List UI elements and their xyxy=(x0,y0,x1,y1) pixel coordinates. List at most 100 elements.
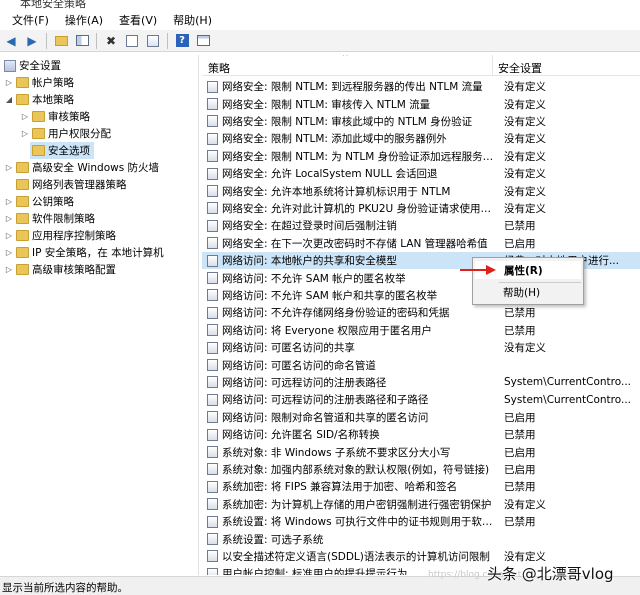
policy-name: 网络访问: 可匿名访问的共享 xyxy=(222,342,355,355)
menu-file[interactable]: 文件(F) xyxy=(4,12,57,28)
policy-setting: 没有定义 xyxy=(504,342,546,355)
toolbar-separator xyxy=(96,32,97,49)
chevron-right-icon[interactable]: ▷ xyxy=(4,248,14,257)
tree-item-ip-security[interactable]: ▷ IP 安全策略，在 本地计算机 xyxy=(4,244,164,261)
delete-icon[interactable]: ✖ xyxy=(102,32,120,50)
policy-row[interactable]: 网络访问: 可匿名访问的命名管道 xyxy=(202,356,640,373)
folder-icon xyxy=(16,162,29,173)
tree-item-software-restriction[interactable]: ▷ 软件限制策略 xyxy=(4,210,95,227)
policy-name: 网络访问: 将 Everyone 权限应用于匿名用户 xyxy=(222,324,432,337)
policy-name: 网络访问: 允许匿名 SID/名称转换 xyxy=(222,429,380,442)
policy-name: 系统加密: 将 FIPS 兼容算法用于加密、哈希和签名 xyxy=(222,481,458,494)
folder-icon xyxy=(16,230,29,241)
policy-row[interactable]: 网络安全: 允许对此计算机的 PKU2U 身份验证请求使用联... 没有定义 xyxy=(202,200,640,217)
security-settings-icon xyxy=(4,59,16,72)
chevron-right-icon[interactable]: ▷ xyxy=(4,197,14,206)
column-divider[interactable] xyxy=(492,55,493,76)
policy-name: 网络安全: 允许本地系统将计算机标识用于 NTLM xyxy=(222,185,451,198)
tree-item-network-list[interactable]: 网络列表管理器策略 xyxy=(14,176,127,193)
policy-name: 系统对象: 加强内部系统对象的默认权限(例如，符号链接) xyxy=(222,463,490,476)
policy-row[interactable]: 系统设置: 将 Windows 可执行文件中的证书规则用于软件... 已禁用 xyxy=(202,513,640,530)
policy-name: 系统对象: 非 Windows 子系统不要求区分大小写 xyxy=(222,446,451,459)
help-icon[interactable]: ? xyxy=(173,32,191,50)
tree-item-app-control[interactable]: ▷ 应用程序控制策略 xyxy=(4,227,116,244)
policy-icon xyxy=(207,533,218,546)
policy-icon xyxy=(207,254,218,267)
policy-row[interactable]: 系统对象: 加强内部系统对象的默认权限(例如，符号链接) 已启用 xyxy=(202,461,640,478)
policy-row[interactable]: 网络安全: 允许本地系统将计算机标识用于 NTLM 没有定义 xyxy=(202,182,640,199)
column-header-policy[interactable]: 策略 xyxy=(208,60,230,76)
policy-setting: 没有定义 xyxy=(504,98,546,111)
chevron-right-icon[interactable]: ▷ xyxy=(4,214,14,223)
forward-icon[interactable]: ▶ xyxy=(23,32,41,50)
tree-item-public-key[interactable]: ▷ 公钥策略 xyxy=(4,193,74,210)
tree-item-audit-policy[interactable]: ▷ 审核策略 xyxy=(20,108,90,125)
console-icon[interactable] xyxy=(194,32,212,50)
chevron-down-icon[interactable]: ◢ xyxy=(4,95,14,104)
policy-row[interactable]: 网络访问: 可远程访问的注册表路径和子路径 System\CurrentContr… xyxy=(202,391,640,408)
policy-setting: 没有定义 xyxy=(504,133,546,146)
policy-name: 系统设置: 可选子系统 xyxy=(222,533,324,546)
context-menu-help[interactable]: 帮助(H) xyxy=(503,286,540,300)
policy-row[interactable]: 系统加密: 为计算机上存储的用户密钥强制进行强密钥保护 没有定义 xyxy=(202,496,640,513)
chevron-right-icon[interactable]: ▷ xyxy=(4,163,14,172)
tree-item-firewall[interactable]: ▷ 高级安全 Windows 防火墙 xyxy=(4,159,159,176)
tree-item-local-policy[interactable]: ◢ 本地策略 xyxy=(4,91,74,108)
tree-item-advanced-audit[interactable]: ▷ 高级审核策略配置 xyxy=(4,261,116,278)
policy-icon xyxy=(207,480,218,493)
policy-icon xyxy=(207,132,218,145)
policy-icon xyxy=(207,167,218,180)
tree-item-account-policy[interactable]: ▷ 帐户策略 xyxy=(4,74,74,91)
sort-up-icon: ^ xyxy=(342,55,349,61)
policy-row[interactable]: 网络访问: 将 Everyone 权限应用于匿名用户 已禁用 xyxy=(202,322,640,339)
chevron-right-icon[interactable]: ▷ xyxy=(20,112,30,121)
policy-name: 网络安全: 限制 NTLM: 为 NTLM 身份验证添加远程服务器... xyxy=(222,150,499,163)
policy-row[interactable]: 网络安全: 允许 LocalSystem NULL 会话回退 没有定义 xyxy=(202,165,640,182)
chevron-right-icon[interactable]: ▷ xyxy=(4,78,14,87)
policy-row[interactable]: 系统加密: 将 FIPS 兼容算法用于加密、哈希和签名 已禁用 xyxy=(202,478,640,495)
up-folder-icon[interactable] xyxy=(52,32,70,50)
menu-help[interactable]: 帮助(H) xyxy=(165,12,220,28)
folder-icon xyxy=(16,196,29,207)
policy-name: 网络访问: 可远程访问的注册表路径 xyxy=(222,376,387,389)
policy-row[interactable]: 网络安全: 在下一次更改密码时不存储 LAN 管理器哈希值 已启用 xyxy=(202,235,640,252)
policy-row[interactable]: 网络安全: 在超过登录时间后强制注销 已禁用 xyxy=(202,217,640,234)
menu-action[interactable]: 操作(A) xyxy=(57,12,111,28)
properties-icon[interactable] xyxy=(123,32,141,50)
policy-row[interactable]: 网络访问: 可远程访问的注册表路径 System\CurrentContro... xyxy=(202,374,640,391)
policy-icon xyxy=(207,289,218,302)
tree-root[interactable]: 安全设置 xyxy=(2,57,61,74)
export-icon[interactable] xyxy=(144,32,162,50)
watermark: 头条 @北漂哥vlog xyxy=(487,565,614,583)
tree-item-security-options[interactable]: 安全选项 xyxy=(30,142,94,159)
policy-row[interactable]: 网络安全: 限制 NTLM: 为 NTLM 身份验证添加远程服务器... 没有定义 xyxy=(202,148,640,165)
policy-row[interactable]: 网络访问: 限制对命名管道和共享的匿名访问 已启用 xyxy=(202,409,640,426)
policy-setting: 已禁用 xyxy=(504,516,536,529)
toolbar-separator xyxy=(167,32,168,49)
policy-row[interactable]: 网络访问: 可匿名访问的共享 没有定义 xyxy=(202,339,640,356)
tree-item-user-rights[interactable]: ▷ 用户权限分配 xyxy=(20,125,111,142)
policy-row[interactable]: 系统对象: 非 Windows 子系统不要求区分大小写 已启用 xyxy=(202,443,640,460)
policy-setting: 没有定义 xyxy=(504,498,546,511)
policy-row[interactable]: 网络安全: 限制 NTLM: 添加此域中的服务器例外 没有定义 xyxy=(202,130,640,147)
policy-row[interactable]: 系统设置: 可选子系统 xyxy=(202,530,640,547)
list-header: ^ 策略 安全设置 xyxy=(202,55,640,76)
chevron-right-icon[interactable]: ▷ xyxy=(20,129,30,138)
chevron-right-icon[interactable]: ▷ xyxy=(4,265,14,274)
show-tree-icon[interactable] xyxy=(73,32,91,50)
policy-icon xyxy=(207,359,218,372)
chevron-right-icon[interactable]: ▷ xyxy=(4,231,14,240)
window-title: 本地安全策略 xyxy=(20,0,86,10)
policy-row[interactable]: 网络访问: 允许匿名 SID/名称转换 已禁用 xyxy=(202,426,640,443)
policy-row[interactable]: 网络安全: 限制 NTLM: 审核传入 NTLM 流量 没有定义 xyxy=(202,95,640,112)
tree-item-label: 高级安全 Windows 防火墙 xyxy=(32,162,160,174)
policy-row[interactable]: 网络安全: 限制 NTLM: 审核此域中的 NTLM 身份验证 没有定义 xyxy=(202,113,640,130)
policy-setting: 已禁用 xyxy=(504,324,536,337)
policy-row[interactable]: 网络访问: 不允许存储网络身份验证的密码和凭据 已禁用 xyxy=(202,304,640,321)
column-header-setting[interactable]: 安全设置 xyxy=(498,60,542,76)
menu-view[interactable]: 查看(V) xyxy=(111,12,165,28)
policy-row[interactable]: 网络安全: 限制 NTLM: 到远程服务器的传出 NTLM 流量 没有定义 xyxy=(202,78,640,95)
tree-item-label: 审核策略 xyxy=(48,111,90,123)
policy-name: 网络访问: 不允许 SAM 帐户和共享的匿名枚举 xyxy=(222,289,438,302)
back-icon[interactable]: ◀ xyxy=(2,32,20,50)
